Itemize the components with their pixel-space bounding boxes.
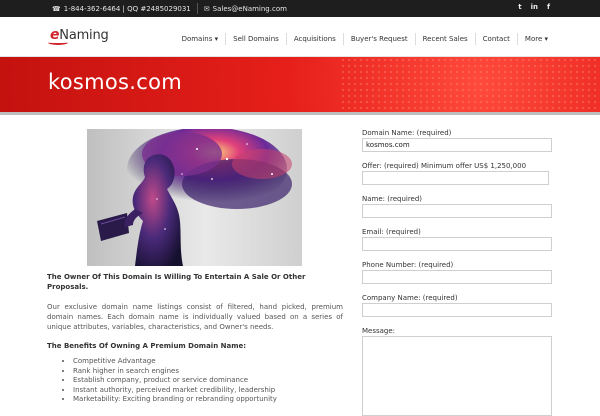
email-link[interactable]: Sales@eNaming.com: [213, 5, 287, 13]
top-contact-bar: ☎ 1-844-362-6464 | QQ #2485029031 ✉ Sale…: [0, 0, 600, 17]
nav-item-more[interactable]: More ▾: [516, 33, 555, 45]
company-label: Company Name: (required): [362, 294, 458, 302]
hero-banner: kosmos.com: [0, 57, 600, 112]
offer-field[interactable]: [362, 171, 549, 185]
message-label: Message:: [362, 327, 396, 335]
benefits-heading: The Benefits Of Owning A Premium Domain …: [47, 342, 247, 350]
logo-swoosh: [48, 40, 68, 45]
banner-underline: [0, 112, 600, 115]
benefit-item: Competitive Advantage: [73, 357, 343, 367]
company-field[interactable]: [362, 303, 552, 317]
name-field[interactable]: [362, 204, 552, 218]
email-field[interactable]: [362, 237, 552, 251]
contact-info: ☎ 1-844-362-6464 | QQ #2485029031 ✉ Sale…: [52, 3, 287, 14]
site-logo[interactable]: eNaming: [48, 27, 109, 45]
name-label: Name: (required): [362, 195, 423, 203]
cosmic-woman-illustration: [97, 129, 292, 266]
nav-item-recent-sales[interactable]: Recent Sales: [414, 33, 475, 45]
mail-icon: ✉: [203, 4, 210, 13]
site-header: eNaming Domains ▾ Sell Domains Acquisiti…: [0, 17, 600, 57]
nav-item-domains[interactable]: Domains ▾: [175, 33, 226, 45]
domain-description: The Owner Of This Domain Is Willing To E…: [47, 272, 343, 405]
phone-icon: ☎: [52, 4, 61, 13]
description-paragraph: Our exclusive domain name listings consi…: [47, 303, 343, 331]
main-nav: Domains ▾ Sell Domains Acquisitions Buye…: [175, 33, 555, 45]
email-label: Email: (required): [362, 228, 421, 236]
benefits-list: Competitive Advantage Rank higher in sea…: [73, 357, 343, 405]
contact-divider: [196, 3, 198, 14]
linkedin-icon[interactable]: in: [531, 3, 538, 11]
page-title: kosmos.com: [48, 70, 182, 94]
domain-name-label: Domain Name: (required): [362, 129, 452, 137]
offer-form: Domain Name: (required) Offer: (required…: [362, 128, 556, 416]
message-field[interactable]: [362, 336, 552, 416]
offer-label: Offer: (required) Minimum offer US$ 1,25…: [362, 162, 527, 170]
phone-label: Phone Number: (required): [362, 261, 454, 269]
nav-item-contact[interactable]: Contact: [474, 33, 517, 45]
nav-item-sell-domains[interactable]: Sell Domains: [225, 33, 286, 45]
benefit-item: Marketability: Exciting branding or rebr…: [73, 395, 343, 405]
benefit-item: Instant authority, perceived market cred…: [73, 386, 343, 396]
cosmic-woman-image: [87, 129, 302, 266]
benefit-item: Establish company, product or service do…: [73, 376, 343, 386]
domain-name-field[interactable]: [362, 138, 552, 152]
sale-heading: The Owner Of This Domain Is Willing To E…: [47, 273, 306, 291]
social-links: t in f: [518, 3, 550, 11]
twitter-icon[interactable]: t: [518, 3, 521, 11]
facebook-icon[interactable]: f: [547, 3, 550, 11]
benefit-item: Rank higher in search engines: [73, 367, 343, 377]
phone-text: 1-844-362-6464 | QQ #2485029031: [63, 4, 191, 13]
nav-item-buyers-request[interactable]: Buyer's Request: [342, 33, 415, 45]
nav-item-acquisitions[interactable]: Acquisitions: [285, 33, 343, 45]
hero-dot-pattern: [340, 57, 600, 112]
phone-field[interactable]: [362, 270, 552, 284]
